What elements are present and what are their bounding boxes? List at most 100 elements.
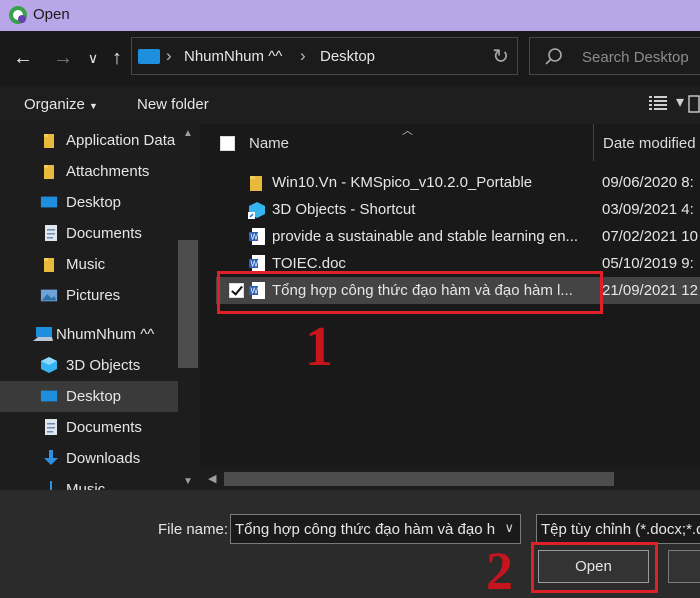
arrow-left-icon[interactable]: ← [10,45,36,71]
pane-toggle-icon[interactable] [688,94,700,114]
sidebar-item-music-quick[interactable]: Music [0,249,178,280]
sidebar-item-this-pc[interactable]: NhumNhum ^^ [0,319,178,350]
pictures-icon [40,289,58,302]
organize-button[interactable]: Organize ▼ [24,96,98,113]
new-folder-button[interactable]: New folder [137,96,209,113]
horizontal-scrollbar[interactable]: ◀ [200,468,700,490]
window-title: Open [33,6,70,23]
documents-icon [45,419,57,435]
music-icon [50,481,52,490]
sidebar-item-label: Desktop [66,194,122,211]
file-name: provide a sustainable and stable learnin… [272,228,579,245]
sidebar-item-label: Desktop [66,388,122,405]
3d-objects-icon [41,357,57,373]
sidebar-item-music[interactable]: Music [0,474,178,490]
sidebar-item-downloads[interactable]: Downloads [0,443,178,474]
svg-text:W: W [251,233,259,242]
sidebar-item-label: Downloads [66,450,141,467]
file-date: 07/02/2021 10 [602,228,698,245]
sidebar-item-label: Music [66,481,106,490]
breadcrumb-desktop[interactable]: Desktop [320,48,375,65]
file-name: 3D Objects - Shortcut [272,201,416,218]
folder-icon [44,258,54,272]
file-name: Win10.Vn - KMSpico_v10.2.0_Portable [272,174,533,191]
scrollbar-thumb[interactable] [178,240,198,368]
file-row[interactable]: W provide a sustainable and stable learn… [216,223,700,250]
folder-icon [44,134,54,148]
desktop-icon [40,196,58,208]
scroll-down-icon[interactable]: ▼ [183,476,193,487]
sort-ascending-icon: ︿ [402,125,413,137]
sidebar-item-documents-quick[interactable]: Documents [0,218,178,249]
file-name-value: Tổng hợp công thức đạo hàm và đạo h [235,521,496,538]
scroll-up-icon[interactable]: ▲ [183,128,193,139]
file-date: 05/10/2019 9: [602,255,694,272]
file-row[interactable]: 3D Objects - Shortcut 03/09/2021 4: [216,196,700,223]
chevron-down-icon[interactable]: ∨ [504,520,514,536]
sidebar-item-pictures[interactable]: Pictures [0,280,178,311]
computer-icon [138,49,160,64]
sidebar-item-attachments[interactable]: Attachments [0,156,178,187]
select-all-checkbox[interactable] [220,136,235,151]
file-name-label: File name: [158,521,229,538]
svg-text:W: W [251,260,259,269]
navigation-bar: ← → ∨ ↑ › NhumNhum ^^ › Desktop ↻ Search… [0,31,700,86]
desktop-icon [40,390,58,402]
file-date: 21/09/2021 12 [602,282,698,299]
file-type-select[interactable]: Tệp tùy chỉnh (*.docx;*.d [536,514,700,544]
file-name: TOIEC.doc [272,255,346,272]
sidebar-item-label: Documents [66,419,142,436]
title-bar: Open [0,0,700,31]
search-icon [545,48,562,65]
word-doc-icon: W [249,228,265,245]
column-name[interactable]: Name [249,135,289,152]
command-bar: Organize ▼ New folder ▾ [0,86,700,124]
sidebar-item-documents[interactable]: Documents [0,412,178,443]
file-type-value: Tệp tùy chỉnh (*.docx;*.d [541,521,700,538]
computer-icon [33,327,53,341]
downloads-icon [44,450,58,465]
address-bar[interactable]: › NhumNhum ^^ › Desktop ↻ [131,37,518,75]
breadcrumb-nhumnhum[interactable]: NhumNhum ^^ [184,48,282,65]
file-row[interactable]: Win10.Vn - KMSpico_v10.2.0_Portable 09/0… [216,169,700,196]
organize-label: Organize [24,96,85,113]
search-box[interactable]: Search Desktop [529,37,700,75]
sidebar-item-label: NhumNhum ^^ [56,326,155,343]
sidebar-item-label: Documents [66,225,142,242]
breadcrumb-separator-icon: › [166,46,172,65]
shortcut-icon [248,202,265,219]
scrollbar-thumb[interactable] [224,472,614,486]
sidebar-item-3d-objects[interactable]: 3D Objects [0,350,178,381]
folder-icon [250,176,262,191]
annotation-step-1: 1 [305,316,333,378]
chevron-down-icon[interactable]: ∨ [80,45,106,71]
file-name-field[interactable]: Tổng hợp công thức đạo hàm và đạo h ∨ [230,514,521,544]
documents-icon [45,225,57,241]
sidebar-item-label: Music [66,256,106,273]
sidebar-item-desktop-quick[interactable]: Desktop [0,187,178,218]
file-date: 03/09/2021 4: [602,201,694,218]
arrow-right-icon[interactable]: → [50,45,76,71]
arrow-up-icon[interactable]: ↑ [104,45,130,71]
cancel-button[interactable] [668,550,700,583]
sidebar-item-label: Pictures [66,287,121,304]
column-date-modified[interactable]: Date modified [603,135,696,152]
refresh-icon[interactable]: ↻ [492,44,509,69]
breadcrumb-separator-icon: › [300,46,306,65]
column-divider[interactable] [593,124,594,161]
annotation-box-1 [217,271,603,314]
view-options-icon[interactable] [649,95,667,111]
navigation-pane: Application Data Attachments Desktop Doc… [0,124,200,490]
scroll-left-icon[interactable]: ◀ [208,472,216,485]
caret-down-icon: ▼ [89,101,98,111]
folder-icon [44,165,54,179]
app-icon [9,6,27,24]
view-dropdown-icon[interactable]: ▾ [676,92,684,112]
annotation-step-2: 2 [486,541,513,598]
sidebar-item-desktop[interactable]: Desktop [0,381,178,412]
sidebar-item-application-data[interactable]: Application Data [0,125,178,156]
sidebar-item-label: Application Data [66,132,176,149]
column-header: Name ︿ Date modified [200,124,700,161]
sidebar-scrollbar[interactable]: ▲ ▼ [178,124,198,490]
annotation-box-2 [531,542,658,593]
